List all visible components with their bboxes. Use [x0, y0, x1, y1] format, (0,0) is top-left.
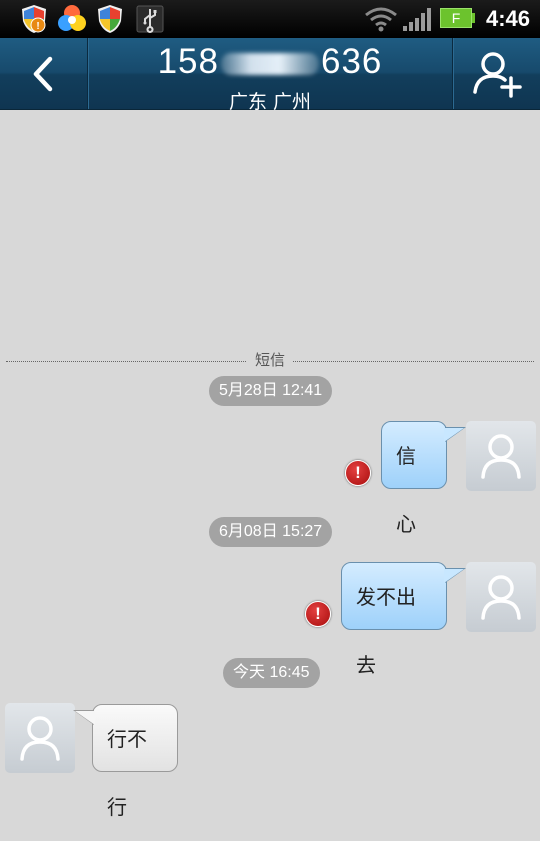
number-redaction	[221, 52, 319, 75]
battery-icon: F	[440, 8, 472, 28]
person-icon	[481, 434, 521, 479]
shield-alert-icon: !	[22, 5, 46, 33]
usb-icon	[136, 5, 164, 33]
signal-icon	[403, 8, 431, 31]
message-text: 发不出去	[356, 585, 416, 677]
battery-label: F	[451, 10, 461, 26]
wifi-icon	[365, 7, 397, 32]
message-text: 行不行	[107, 727, 147, 819]
add-contact-button[interactable]	[453, 38, 540, 109]
back-chevron-icon	[33, 56, 53, 92]
title-bar: 158 636 广东 广州	[0, 38, 540, 113]
send-failed-icon[interactable]: !	[345, 460, 371, 486]
message-bubble-incoming[interactable]: 行不行	[73, 704, 178, 819]
number-suffix: 636	[321, 42, 383, 81]
message-text: 信心	[396, 444, 416, 536]
section-divider-label-wrap: 短信	[0, 349, 540, 370]
status-bar: ! F 4:46	[0, 0, 540, 38]
svg-text:!: !	[36, 21, 39, 32]
back-button[interactable]	[0, 38, 87, 109]
add-contact-icon	[473, 52, 522, 98]
message-bubble-outgoing[interactable]: 信心	[381, 421, 466, 536]
timestamp-pill: 5月28日 12:41	[209, 376, 333, 406]
send-failed-icon[interactable]: !	[305, 601, 331, 627]
status-time: 4:46	[485, 6, 530, 31]
shield-icon	[98, 5, 122, 33]
color-app-icon	[58, 5, 86, 31]
section-divider-label: 短信	[246, 351, 293, 369]
contact-location: 广东 广州	[228, 91, 312, 113]
avatar[interactable]	[5, 703, 75, 773]
person-icon	[481, 575, 521, 620]
avatar[interactable]	[466, 421, 536, 491]
message-bubble-outgoing[interactable]: 发不出去	[341, 562, 466, 677]
number-prefix: 158	[157, 42, 219, 81]
person-icon	[20, 716, 60, 761]
timestamp-pill: 6月08日 15:27	[209, 517, 333, 547]
contact-number: 158 636	[88, 42, 452, 82]
battery-tip	[472, 13, 475, 23]
avatar[interactable]	[466, 562, 536, 632]
timestamp-pill: 今天 16:45	[223, 658, 320, 688]
